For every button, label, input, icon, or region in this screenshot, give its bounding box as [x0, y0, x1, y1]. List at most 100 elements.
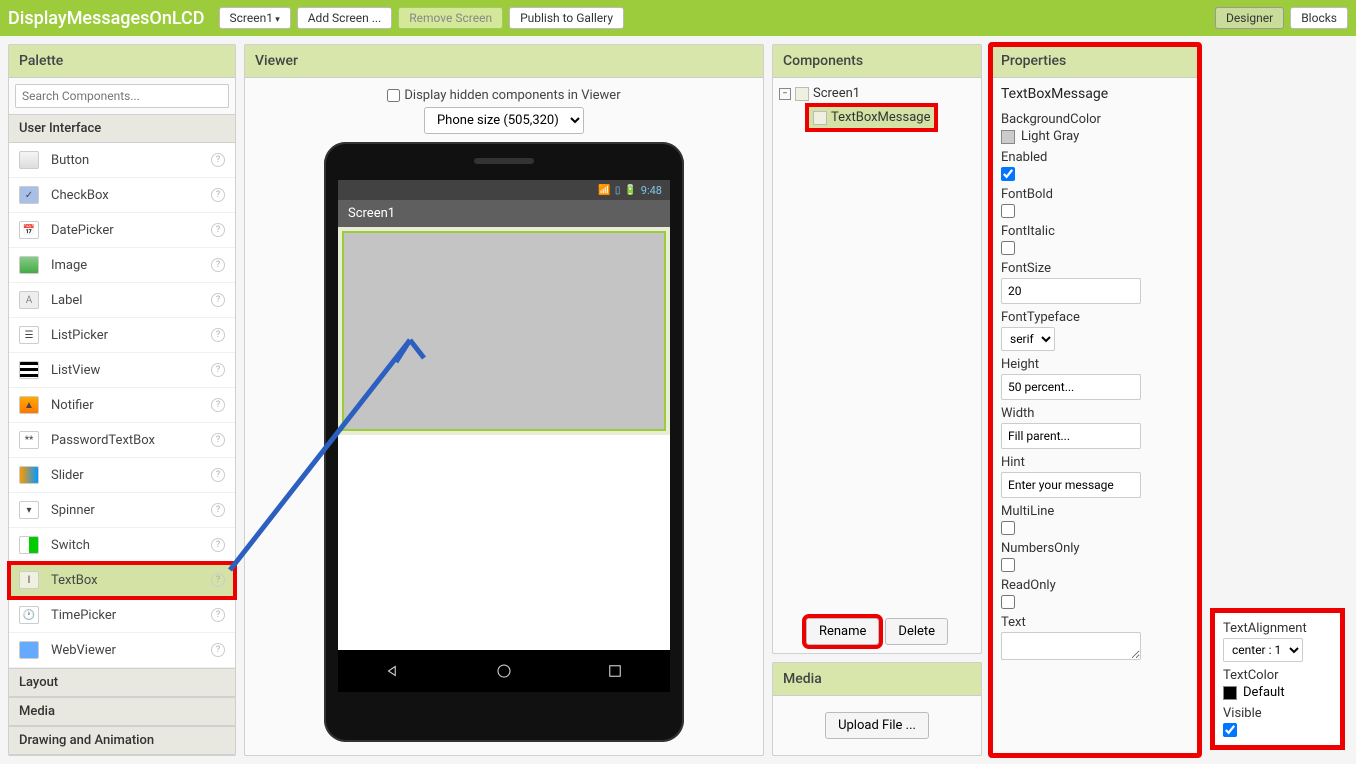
category-drawing[interactable]: Drawing and Animation — [9, 726, 235, 755]
statusbar: 📶 ▯ 🔋 9:48 — [338, 180, 670, 200]
palette-item-label[interactable]: ALabel? — [9, 283, 235, 318]
width-input[interactable] — [1001, 423, 1141, 449]
help-icon[interactable]: ? — [211, 468, 225, 482]
project-title: DisplayMessagesOnLCD — [8, 8, 205, 29]
nav-home-icon — [495, 662, 513, 680]
palette-item-slider[interactable]: Slider? — [9, 458, 235, 493]
fonttypeface-select[interactable]: serif — [1001, 327, 1055, 351]
delete-button[interactable]: Delete — [885, 618, 948, 645]
help-icon[interactable]: ? — [211, 398, 225, 412]
upload-file-button[interactable]: Upload File ... — [825, 712, 929, 739]
palette-label: Image — [51, 258, 87, 273]
prop-width: Width — [1001, 406, 1189, 449]
prop-fontitalic: FontItalic — [1001, 224, 1189, 255]
fontsize-input[interactable] — [1001, 278, 1141, 304]
readonly-checkbox[interactable] — [1001, 595, 1015, 609]
help-icon[interactable]: ? — [211, 573, 225, 587]
backgroundcolor-picker[interactable]: Light Gray — [1001, 129, 1189, 144]
selected-component: TextBoxMessage — [1001, 86, 1189, 102]
palette-item-passwordtextbox[interactable]: **PasswordTextBox? — [9, 423, 235, 458]
palette-item-switch[interactable]: Switch? — [9, 528, 235, 563]
tree-row-screen1[interactable]: − Screen1 — [779, 84, 975, 103]
palette-item-notifier[interactable]: ▲Notifier? — [9, 388, 235, 423]
tree-row-textboxmessage[interactable]: TextBoxMessage — [809, 107, 934, 128]
palette-label: Slider — [51, 468, 84, 483]
publish-button[interactable]: Publish to Gallery — [509, 7, 624, 29]
topbar: DisplayMessagesOnLCD Screen1 Add Screen … — [0, 0, 1356, 36]
palette-item-timepicker[interactable]: 🕐TimePicker? — [9, 598, 235, 633]
prop-label: FontBold — [1001, 187, 1189, 202]
help-icon[interactable]: ? — [211, 223, 225, 237]
help-icon[interactable]: ? — [211, 328, 225, 342]
prop-label: Enabled — [1001, 150, 1189, 165]
screen-dropdown[interactable]: Screen1 — [219, 7, 291, 29]
phone-size-select[interactable]: Phone size (505,320) — [424, 107, 584, 134]
palette-label: DatePicker — [51, 223, 114, 238]
designer-tab[interactable]: Designer — [1215, 7, 1284, 29]
help-icon[interactable]: ? — [211, 293, 225, 307]
palette-item-listview[interactable]: ListView? — [9, 353, 235, 388]
properties-panel-extra: TextAlignment center : 1 TextColor Defau… — [1210, 608, 1345, 750]
color-swatch-icon — [1001, 130, 1015, 144]
hint-input[interactable] — [1001, 472, 1141, 498]
search-components-input[interactable] — [15, 84, 229, 108]
display-hidden-label: Display hidden components in Viewer — [404, 88, 620, 103]
help-icon[interactable]: ? — [211, 643, 225, 657]
status-time: 9:48 — [641, 184, 662, 197]
textcolor-picker[interactable]: Default — [1223, 685, 1332, 700]
palette-item-textbox[interactable]: ITextBox? — [9, 563, 235, 598]
tree-collapse-icon[interactable]: − — [779, 88, 791, 100]
media-header: Media — [773, 663, 981, 696]
timepicker-icon: 🕐 — [19, 606, 39, 624]
category-layout[interactable]: Layout — [9, 668, 235, 697]
help-icon[interactable]: ? — [211, 503, 225, 517]
palette-item-button[interactable]: Button? — [9, 143, 235, 178]
visible-checkbox[interactable] — [1223, 723, 1237, 737]
palette-label: ListView — [51, 363, 100, 378]
palette-item-image[interactable]: Image? — [9, 248, 235, 283]
display-hidden-input[interactable] — [387, 89, 400, 102]
prop-label: MultiLine — [1001, 504, 1189, 519]
help-icon[interactable]: ? — [211, 258, 225, 272]
multiline-checkbox[interactable] — [1001, 521, 1015, 535]
help-icon[interactable]: ? — [211, 188, 225, 202]
image-icon — [19, 256, 39, 274]
color-swatch-icon — [1223, 686, 1237, 700]
palette-header: Palette — [9, 45, 235, 78]
fontitalic-checkbox[interactable] — [1001, 241, 1015, 255]
prop-label: TextAlignment — [1223, 621, 1332, 636]
text-input[interactable] — [1001, 632, 1141, 660]
signal-icon: ▯ — [615, 185, 621, 196]
color-value: Light Gray — [1021, 129, 1079, 144]
fontbold-checkbox[interactable] — [1001, 204, 1015, 218]
prop-hint: Hint — [1001, 455, 1189, 498]
rename-button[interactable]: Rename — [806, 618, 879, 645]
palette-item-listpicker[interactable]: ☰ListPicker? — [9, 318, 235, 353]
display-hidden-checkbox[interactable]: Display hidden components in Viewer — [387, 88, 620, 103]
prop-text: Text — [1001, 615, 1189, 660]
add-screen-button[interactable]: Add Screen ... — [297, 7, 393, 29]
numbersonly-checkbox[interactable] — [1001, 558, 1015, 572]
category-user-interface[interactable]: User Interface — [9, 114, 235, 143]
palette-item-datepicker[interactable]: 📅DatePicker? — [9, 213, 235, 248]
palette-item-checkbox[interactable]: ✓CheckBox? — [9, 178, 235, 213]
help-icon[interactable]: ? — [211, 538, 225, 552]
blocks-tab[interactable]: Blocks — [1290, 7, 1348, 29]
help-icon[interactable]: ? — [211, 363, 225, 377]
prop-textalignment: TextAlignment center : 1 — [1223, 621, 1332, 662]
components-header: Components — [773, 45, 981, 78]
textbox-preview[interactable] — [342, 231, 666, 431]
help-icon[interactable]: ? — [211, 433, 225, 447]
nav-back-icon — [384, 662, 402, 680]
palette-item-spinner[interactable]: ▾Spinner? — [9, 493, 235, 528]
textalignment-select[interactable]: center : 1 — [1223, 638, 1303, 662]
help-icon[interactable]: ? — [211, 153, 225, 167]
button-icon — [19, 151, 39, 169]
category-media[interactable]: Media — [9, 697, 235, 726]
enabled-checkbox[interactable] — [1001, 167, 1015, 181]
components-panel: Components − Screen1 TextBoxMessage Rena… — [772, 44, 982, 654]
help-icon[interactable]: ? — [211, 608, 225, 622]
phone-screen[interactable]: 📶 ▯ 🔋 9:48 Screen1 — [338, 180, 670, 692]
height-input[interactable] — [1001, 374, 1141, 400]
palette-item-webviewer[interactable]: WebViewer? — [9, 633, 235, 668]
